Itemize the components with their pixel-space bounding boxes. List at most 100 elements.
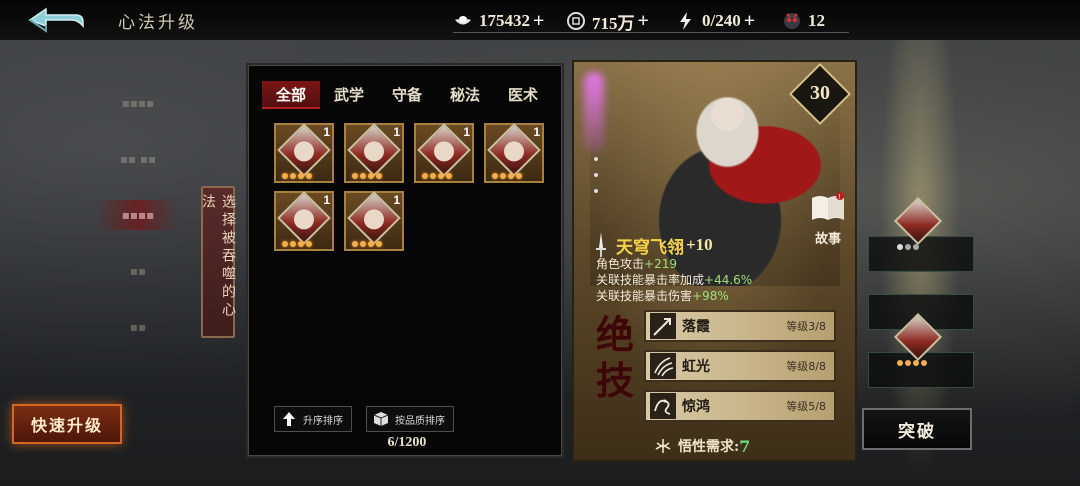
skill-level: 等级8/8 — [786, 360, 826, 373]
stat-label: 关联技能暴击伤害 — [596, 289, 693, 303]
card-portrait — [893, 196, 943, 246]
quick-upgrade-button[interactable]: 快速升级 — [12, 404, 122, 444]
stat-value: +219 — [644, 257, 677, 271]
item-enhance: +10 — [686, 235, 713, 254]
stat-row: 关联技能暴击伤害+98% — [596, 288, 752, 304]
card-stars — [897, 360, 927, 366]
add-energy-button[interactable]: + — [744, 10, 755, 33]
skill-level: 等级5/8 — [786, 400, 826, 413]
card-stars — [492, 173, 522, 179]
side-item-3[interactable]: ▪▪▪▪ — [96, 200, 180, 230]
card-stars — [897, 244, 919, 250]
tab-all[interactable]: 全部 — [262, 81, 320, 109]
resource-coin: 715万 + — [566, 9, 649, 33]
cube-icon — [373, 412, 389, 426]
tab-martial[interactable]: 武学 — [320, 81, 378, 109]
resource-coin-value: 715万 — [592, 13, 635, 33]
stat-row: 关联技能暴击率加成+44.6% — [596, 272, 752, 288]
card-level: 1 — [323, 193, 330, 207]
stat-value: +44.6% — [704, 273, 753, 287]
add-coin-button[interactable]: + — [638, 10, 649, 33]
stat-row: 角色攻击+219 — [596, 256, 752, 272]
add-silver-button[interactable]: + — [533, 10, 544, 33]
card-level: 1 — [393, 125, 400, 139]
requirement-value: 7 — [739, 436, 751, 456]
dragon-icon — [650, 393, 676, 419]
sort-ascending-button[interactable]: 升序排序 — [274, 406, 352, 432]
resource-underline — [453, 32, 849, 33]
sort-ascending-label: 升序排序 — [303, 415, 343, 427]
skill-name: 虹光 — [682, 359, 710, 375]
tab-medicine[interactable]: 医术 — [494, 81, 552, 109]
card-stars — [352, 173, 382, 179]
side-item-4[interactable]: ▪▪ — [96, 256, 180, 286]
breakthrough-button[interactable]: 突破 — [862, 408, 972, 450]
page-title: 心法升级 — [118, 13, 198, 33]
inventory-card[interactable]: 1 — [484, 123, 544, 183]
lightning-icon — [680, 12, 691, 30]
inventory-card[interactable]: 1 — [344, 123, 404, 183]
inventory-card[interactable]: 1 — [274, 191, 334, 251]
skill-row-hongguang[interactable]: 虹光 等级8/8 — [644, 350, 836, 382]
coin-icon — [567, 12, 585, 30]
card-stars — [352, 241, 382, 247]
card-level: 1 — [463, 125, 470, 139]
inventory-card[interactable]: 1 — [414, 123, 474, 183]
arrow-icon — [650, 313, 676, 339]
resource-energy: 0/240 + — [676, 9, 755, 33]
detail-card: 30 ! 故事 天穹飞翎 +10 角色攻击+219 关联技能暴击率加成+44.6… — [572, 60, 857, 462]
level-value: 30 — [810, 82, 830, 104]
side-item-2[interactable]: ▪▪ ▪▪ — [96, 144, 180, 174]
selected-card[interactable] — [893, 312, 943, 366]
story-label: 故事 — [814, 232, 841, 247]
card-stars — [282, 241, 312, 247]
inventory-count: 6/1200 — [387, 435, 427, 450]
resource-mask: 12 — [782, 9, 825, 33]
side-item-5[interactable]: ▪▪ — [96, 312, 180, 342]
inventory-card[interactable]: 1 — [274, 123, 334, 183]
card-portrait — [893, 312, 943, 362]
card-stars — [282, 173, 312, 179]
stat-value: +98% — [692, 289, 729, 303]
card-level: 1 — [533, 125, 540, 139]
select-devour-label: 选择被吞噬的心法 — [200, 186, 236, 338]
up-arrow-icon — [283, 412, 295, 426]
tab-defense[interactable]: 守备 — [378, 81, 436, 109]
claw-icon — [650, 353, 676, 379]
insight-icon — [655, 439, 671, 453]
stat-label: 角色攻击 — [596, 257, 645, 271]
card-stars — [422, 173, 452, 179]
skill-name: 惊鸿 — [682, 399, 710, 415]
book-icon: ! — [812, 192, 844, 220]
requirement-label: 悟性需求: — [678, 439, 740, 455]
back-button[interactable] — [26, 6, 86, 34]
back-arrow-icon — [28, 7, 84, 33]
top-bar: 心法升级 175432 + 715万 + 0/240 + 12 — [0, 0, 1080, 40]
svg-text:!: ! — [839, 194, 841, 201]
category-tabs: 全部 武学 守备 秘法 医术 — [262, 81, 552, 109]
inventory-card[interactable]: 1 — [344, 191, 404, 251]
sword-icon — [596, 232, 606, 257]
page-dots — [594, 157, 598, 193]
stat-label: 关联技能暴击率加成 — [596, 273, 705, 287]
skill-level: 等级3/8 — [786, 320, 826, 333]
skill-name: 落霞 — [682, 319, 710, 335]
item-name: 天穹飞翎 — [616, 237, 684, 258]
card-level: 1 — [393, 193, 400, 207]
comprehension-requirement: 悟性需求: 7 — [654, 436, 750, 456]
silver-ingot-icon — [455, 16, 471, 25]
skill-row-luoxia[interactable]: 落霞 等级3/8 — [644, 310, 836, 342]
item-name-row: 天穹飞翎 +10 — [594, 232, 713, 258]
sort-quality-label: 按品质排序 — [395, 415, 445, 427]
resource-energy-value: 0/240 — [702, 11, 741, 30]
selected-card[interactable] — [893, 196, 943, 250]
stat-list: 角色攻击+219 关联技能暴击率加成+44.6% 关联技能暴击伤害+98% — [596, 256, 752, 304]
sort-quality-button[interactable]: 按品质排序 — [366, 406, 454, 432]
story-button[interactable]: ! 故事 — [806, 192, 850, 247]
skill-row-jinghong[interactable]: 惊鸿 等级5/8 — [644, 390, 836, 422]
tab-secret[interactable]: 秘法 — [436, 81, 494, 109]
side-item-1[interactable]: ▪▪▪▪ — [96, 88, 180, 118]
demon-mask-icon — [784, 13, 800, 29]
card-level: 1 — [323, 125, 330, 139]
resource-silver-value: 175432 — [479, 11, 530, 30]
